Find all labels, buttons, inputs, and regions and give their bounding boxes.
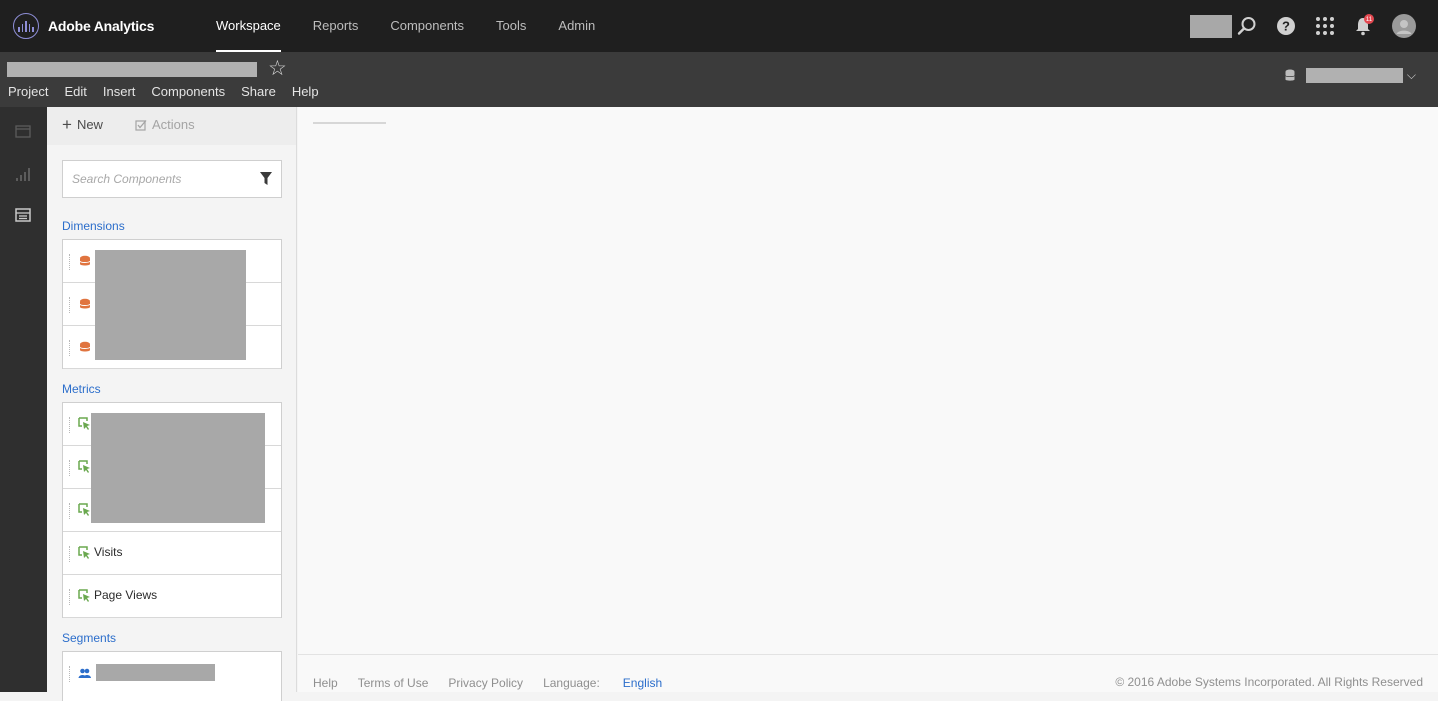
drag-handle[interactable] (69, 503, 71, 519)
footer-privacy-link[interactable]: Privacy Policy (448, 676, 523, 690)
metric-icon (78, 417, 90, 430)
menu-share[interactable]: Share (233, 82, 284, 102)
search-icon[interactable] (1235, 14, 1259, 38)
report-suite-name-redacted (1305, 68, 1403, 83)
metric-icon (78, 589, 90, 602)
svg-text:?: ? (1282, 19, 1290, 34)
loading-bar (313, 122, 386, 124)
actions-button[interactable]: Actions (135, 117, 195, 132)
apps-grid-icon[interactable] (1313, 14, 1337, 38)
actions-label: Actions (152, 117, 195, 132)
dimension-icon (79, 298, 91, 309)
project-title-redacted[interactable] (7, 62, 257, 77)
dimension-icon (79, 341, 91, 352)
language-label: Language: (543, 676, 600, 690)
project-bar: ☆ Project Edit Insert Components Share H… (0, 52, 1438, 107)
new-button[interactable]: + New (62, 114, 103, 134)
metric-icon (78, 503, 90, 516)
drag-handle[interactable] (69, 417, 71, 433)
drag-handle[interactable] (69, 297, 71, 313)
menu-insert[interactable]: Insert (95, 82, 144, 102)
redacted-dimension-names (95, 250, 246, 360)
drag-handle[interactable] (69, 666, 71, 682)
plus-icon: + (62, 114, 72, 134)
project-menubar: Project Edit Insert Components Share Hel… (0, 82, 327, 102)
segments-heading[interactable]: Segments (62, 631, 116, 645)
nav-workspace[interactable]: Workspace (200, 0, 297, 52)
notification-count: 11 (1366, 17, 1373, 23)
metric-label: Visits (94, 545, 123, 559)
list-item[interactable] (63, 652, 281, 695)
workspace-canvas[interactable] (298, 107, 1438, 654)
dimension-icon (79, 255, 91, 266)
search-components-input[interactable] (63, 161, 253, 197)
app-name: Adobe Analytics (48, 18, 155, 34)
star-icon[interactable]: ☆ (268, 58, 290, 80)
adobe-analytics-logo-icon (13, 13, 39, 39)
nav-admin[interactable]: Admin (542, 0, 611, 52)
help-icon[interactable]: ? (1274, 14, 1298, 38)
segment-icon (78, 668, 91, 678)
metric-icon (78, 460, 90, 473)
checkbox-icon (135, 119, 147, 131)
database-icon (1284, 69, 1295, 81)
redacted-field[interactable] (1190, 15, 1232, 38)
redacted-segment-name (96, 664, 215, 681)
filter-icon[interactable] (260, 172, 272, 186)
bell-icon[interactable]: 11 (1351, 14, 1375, 38)
visualizations-icon[interactable] (13, 164, 33, 184)
footer: Help Terms of Use Privacy Policy Languag… (298, 654, 1438, 692)
components-panel: + New Actions Dimensions (47, 107, 297, 701)
panel-toolbar: + New Actions (47, 107, 296, 145)
drag-handle[interactable] (69, 254, 71, 270)
drag-handle[interactable] (69, 546, 71, 562)
drag-handle[interactable] (69, 589, 71, 605)
search-components-box (62, 160, 282, 198)
copyright: © 2016 Adobe Systems Incorporated. All R… (1115, 675, 1423, 689)
nav-reports[interactable]: Reports (297, 0, 375, 52)
language-value[interactable]: English (623, 676, 662, 690)
top-navigation-bar: Adobe Analytics Workspace Reports Compon… (0, 0, 1438, 52)
footer-links: Help Terms of Use Privacy Policy Languag… (313, 676, 702, 690)
segments-list (62, 651, 282, 701)
metrics-heading[interactable]: Metrics (62, 382, 101, 396)
main-nav: Workspace Reports Components Tools Admin (200, 0, 611, 52)
nav-components[interactable]: Components (374, 0, 480, 52)
menu-help[interactable]: Help (284, 82, 327, 102)
components-icon[interactable] (13, 205, 33, 225)
chevron-down-icon: ⌵ (1406, 68, 1416, 82)
metric-icon (78, 546, 90, 559)
dimensions-list (62, 239, 282, 369)
new-label: New (76, 117, 103, 132)
left-rail (0, 107, 47, 692)
avatar[interactable] (1392, 14, 1416, 38)
metrics-list: Visits Page Views (62, 402, 282, 618)
list-item-page-views[interactable]: Page Views (63, 575, 281, 618)
footer-terms-link[interactable]: Terms of Use (358, 676, 429, 690)
nav-tools[interactable]: Tools (480, 0, 542, 52)
menu-edit[interactable]: Edit (56, 82, 94, 102)
language-selector[interactable]: Language: English (543, 676, 682, 690)
drag-handle[interactable] (69, 340, 71, 356)
menu-components[interactable]: Components (143, 82, 233, 102)
metric-label: Page Views (94, 588, 158, 602)
redacted-metric-names (91, 413, 265, 523)
list-item-visits[interactable]: Visits (63, 532, 281, 575)
panels-icon[interactable] (13, 121, 33, 141)
footer-help-link[interactable]: Help (313, 676, 338, 690)
menu-project[interactable]: Project (0, 82, 56, 102)
report-suite-selector[interactable]: ⌵ (1284, 68, 1416, 83)
dimensions-heading[interactable]: Dimensions (62, 219, 125, 233)
brand[interactable]: Adobe Analytics (13, 13, 154, 39)
drag-handle[interactable] (69, 460, 71, 476)
